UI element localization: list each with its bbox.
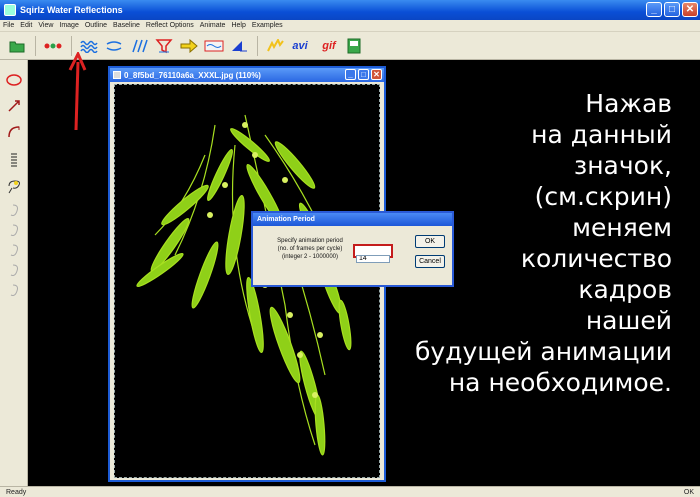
period-input[interactable] bbox=[356, 254, 390, 263]
hook-icon-2[interactable] bbox=[4, 220, 24, 240]
filter-icon[interactable] bbox=[153, 35, 175, 57]
status-right: OK bbox=[683, 488, 694, 496]
ellipse-icon[interactable] bbox=[4, 70, 24, 90]
title-bar: Sqirlz Water Reflections _ □ ✕ bbox=[0, 0, 700, 20]
animation-period-icon[interactable] bbox=[42, 35, 64, 57]
menu-baseline[interactable]: Baseline bbox=[113, 22, 140, 29]
red-pointer-arrow bbox=[68, 52, 87, 131]
lightning-icon[interactable] bbox=[264, 35, 286, 57]
triangle-icon[interactable] bbox=[228, 35, 250, 57]
prompt-line-1: Specify animation period bbox=[277, 238, 343, 244]
document-icon bbox=[113, 71, 121, 79]
status-left: Ready bbox=[6, 488, 27, 496]
caption-line: нашей bbox=[585, 306, 672, 335]
arrow-right-icon[interactable] bbox=[178, 35, 200, 57]
caption-line: количество bbox=[520, 244, 672, 273]
image-minimize-button[interactable]: _ bbox=[345, 69, 356, 80]
instruction-caption: Нажав на данный значок, (см.скрин) меняе… bbox=[400, 88, 672, 398]
hook-icon-5[interactable] bbox=[4, 280, 24, 300]
period-field-highlight bbox=[353, 244, 393, 263]
caption-line: будущей анимации bbox=[414, 337, 672, 366]
window-title: Sqirlz Water Reflections bbox=[20, 5, 123, 15]
menu-reflect-options[interactable]: Reflect Options bbox=[146, 22, 194, 29]
toolbar: avi gif bbox=[0, 32, 700, 60]
close-button[interactable]: ✕ bbox=[682, 2, 698, 17]
hook-icon-1[interactable] bbox=[4, 200, 24, 220]
prompt-line-2: (no. of frames per cycle) bbox=[277, 246, 343, 252]
menu-bar: File Edit View Image Outline Baseline Re… bbox=[0, 20, 700, 32]
status-bar: Ready OK bbox=[0, 486, 700, 497]
menu-view[interactable]: View bbox=[38, 22, 53, 29]
caption-line: значок, bbox=[573, 151, 672, 180]
export-icon[interactable] bbox=[343, 35, 365, 57]
caption-line: кадров bbox=[578, 275, 672, 304]
caption-line: Нажав bbox=[585, 89, 672, 118]
menu-file[interactable]: File bbox=[3, 22, 14, 29]
line-arrow-icon[interactable] bbox=[4, 96, 24, 116]
image-close-button[interactable]: ✕ bbox=[371, 69, 382, 80]
app-window: Sqirlz Water Reflections _ □ ✕ File Edit… bbox=[0, 0, 700, 497]
caption-line: меняем bbox=[572, 213, 672, 242]
hook-icon-3[interactable] bbox=[4, 240, 24, 260]
menu-animate[interactable]: Animate bbox=[200, 22, 226, 29]
menu-help[interactable]: Help bbox=[231, 22, 245, 29]
hook-icon-4[interactable] bbox=[4, 260, 24, 280]
gif-button[interactable]: gif bbox=[318, 35, 340, 57]
curve-icon[interactable] bbox=[4, 122, 24, 142]
preview-icon[interactable] bbox=[203, 35, 225, 57]
ripple-icon[interactable] bbox=[103, 35, 125, 57]
prompt-line-3: (integer 2 - 1000000) bbox=[281, 254, 339, 260]
dialog-prompt: Specify animation period (no. of frames … bbox=[265, 237, 355, 261]
caption-line: на необходимое. bbox=[448, 368, 672, 397]
caption-line: на данный bbox=[531, 120, 672, 149]
menu-outline[interactable]: Outline bbox=[85, 22, 107, 29]
menu-edit[interactable]: Edit bbox=[20, 22, 32, 29]
image-maximize-button[interactable]: □ bbox=[358, 69, 369, 80]
lasso-icon[interactable] bbox=[4, 176, 24, 196]
avi-button[interactable]: avi bbox=[289, 35, 311, 57]
menu-examples[interactable]: Examples bbox=[252, 22, 283, 29]
minimize-button[interactable]: _ bbox=[646, 2, 662, 17]
open-folder-icon[interactable] bbox=[6, 35, 28, 57]
caption-line: (см.скрин) bbox=[534, 182, 672, 211]
zigzag-icon[interactable] bbox=[4, 150, 24, 170]
maximize-button[interactable]: □ bbox=[664, 2, 680, 17]
left-toolbar bbox=[0, 60, 28, 486]
app-icon bbox=[4, 4, 16, 16]
menu-image[interactable]: Image bbox=[59, 22, 78, 29]
image-window-titlebar[interactable]: 0_8f5bd_76110a6a_XXXL.jpg (110%) _ □ ✕ bbox=[110, 68, 384, 82]
streaks-icon[interactable] bbox=[128, 35, 150, 57]
image-window-title: 0_8f5bd_76110a6a_XXXL.jpg (110%) bbox=[124, 70, 261, 80]
